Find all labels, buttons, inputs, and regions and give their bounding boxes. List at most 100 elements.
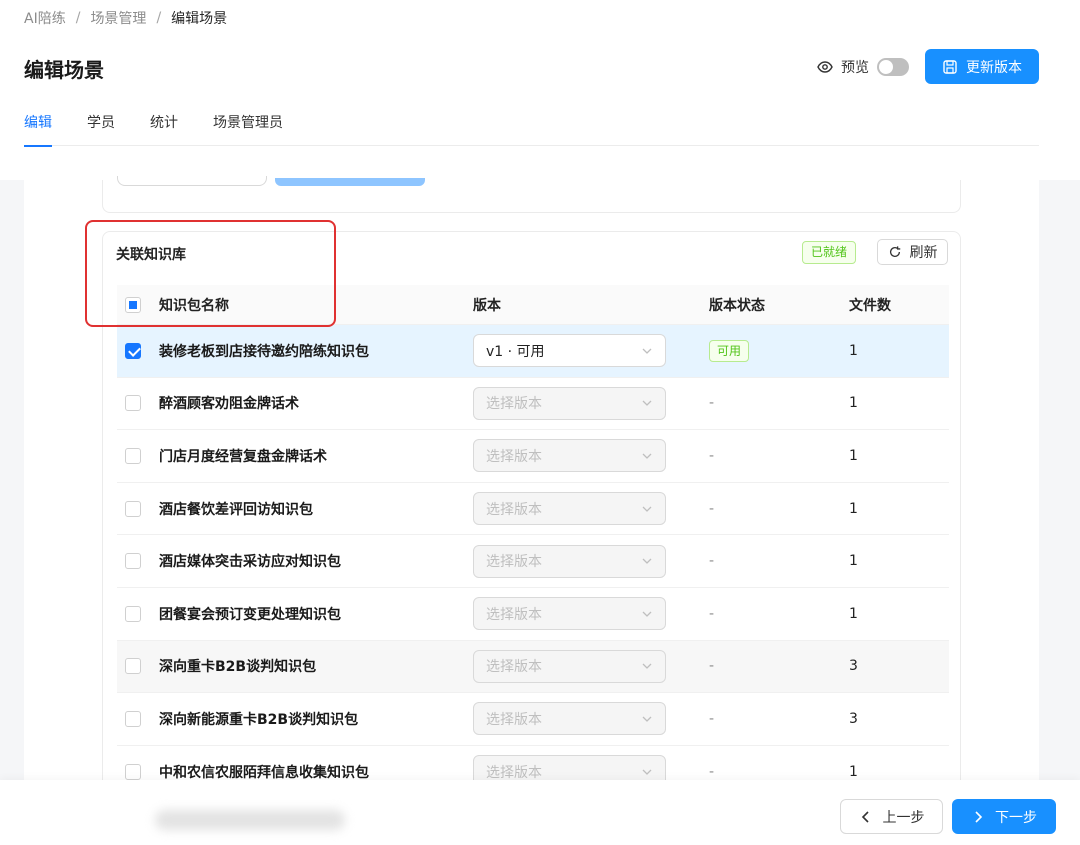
table-row[interactable]: 酒店媒体突击采访应对知识包 选择版本 - 1 (117, 535, 949, 588)
version-status-tag: 可用 (709, 339, 750, 362)
file-count: 3 (849, 710, 858, 727)
chevron-down-icon (642, 716, 652, 722)
knowledge-base-title: 关联知识库 (116, 247, 186, 263)
next-step-button[interactable]: 下一步 (952, 799, 1056, 834)
table-row[interactable]: 深向重卡B2B谈判知识包 选择版本 - 3 (117, 640, 949, 694)
table-row[interactable]: 装修老板到店接待邀约陪练知识包 v1 · 可用 可用 1 (117, 325, 949, 378)
row-checkbox[interactable] (125, 605, 141, 622)
tab-bar: 编辑 学员 统计 场景管理员 (24, 108, 1039, 147)
version-select-placeholder: 选择版本 (486, 396, 542, 413)
tab-scene-admins[interactable]: 场景管理员 (213, 108, 283, 146)
column-header-file-count: 文件数 (849, 297, 891, 314)
breadcrumb-separator: / (156, 10, 162, 26)
chevron-down-icon (642, 558, 652, 565)
chevron-left-icon (861, 810, 869, 823)
version-status: - (709, 710, 715, 727)
chevron-down-icon (642, 506, 652, 512)
row-checkbox[interactable] (125, 763, 141, 780)
version-status: - (709, 553, 715, 570)
version-select[interactable]: 选择版本 (473, 702, 666, 736)
breadcrumb-separator: / (75, 10, 81, 26)
tab-statistics[interactable]: 统计 (150, 108, 178, 146)
preview-toggle[interactable] (877, 57, 909, 76)
row-checkbox[interactable] (125, 500, 141, 517)
version-select[interactable]: 选择版本 (473, 544, 666, 578)
header-actions: 预览 更新版本 (817, 49, 1039, 84)
version-select-placeholder: 选择版本 (486, 711, 542, 728)
version-status: - (709, 447, 715, 464)
version-select[interactable]: 选择版本 (473, 649, 666, 683)
version-select[interactable]: 选择版本 (473, 597, 666, 631)
table-row[interactable]: 团餐宴会预订变更处理知识包 选择版本 - 1 (117, 588, 949, 641)
version-status: - (709, 763, 715, 780)
version-select[interactable]: 选择版本 (473, 386, 666, 420)
update-version-button[interactable]: 更新版本 (925, 49, 1039, 84)
knowledge-base-card: 关联知识库 已就绪 刷新 知识包名称 版本 版本状态 文件数 装修老板到店接待邀… (102, 231, 961, 801)
row-checkbox[interactable] (125, 447, 141, 464)
table-row[interactable]: 门店月度经营复盘金牌话术 选择版本 - 1 (117, 430, 949, 483)
version-status: - (709, 395, 715, 412)
version-select-placeholder: 选择版本 (486, 606, 542, 623)
file-count: 1 (849, 342, 858, 359)
refresh-label: 刷新 (909, 245, 938, 261)
next-step-label: 下一步 (995, 809, 1037, 826)
file-count: 1 (849, 500, 858, 517)
previous-step-label: 上一步 (882, 809, 925, 826)
table-row[interactable]: 酒店餐饮差评回访知识包 选择版本 - 1 (117, 483, 949, 536)
previous-section-card (102, 176, 961, 213)
tab-edit[interactable]: 编辑 (24, 108, 52, 147)
knowledge-table: 知识包名称 版本 版本状态 文件数 装修老板到店接待邀约陪练知识包 v1 · 可… (117, 285, 949, 799)
chevron-down-icon (642, 453, 652, 459)
column-header-version: 版本 (473, 297, 501, 314)
row-checkbox[interactable] (125, 395, 141, 412)
knowledge-pack-name: 酒店媒体突击采访应对知识包 (159, 554, 341, 571)
blurred-text (155, 810, 345, 830)
file-count: 1 (849, 763, 858, 780)
previous-step-button[interactable]: 上一步 (840, 799, 943, 834)
preview-control[interactable]: 预览 (817, 57, 917, 77)
ready-status-badge: 已就绪 (802, 241, 857, 264)
row-checkbox[interactable] (125, 710, 141, 727)
chevron-down-icon (642, 400, 652, 407)
table-row[interactable]: 深向新能源重卡B2B谈判知识包 选择版本 - 3 (117, 693, 949, 746)
update-version-label: 更新版本 (966, 59, 1022, 76)
row-checkbox[interactable] (125, 342, 141, 359)
knowledge-pack-name: 酒店餐饮差评回访知识包 (159, 501, 313, 518)
file-count: 3 (849, 658, 858, 675)
previous-section-input[interactable] (117, 176, 267, 186)
version-select-placeholder: 选择版本 (486, 448, 542, 465)
knowledge-pack-name: 门店月度经营复盘金牌话术 (159, 448, 327, 465)
version-select[interactable]: 选择版本 (473, 439, 666, 473)
version-select-placeholder: 选择版本 (486, 764, 542, 781)
knowledge-pack-name: 醉酒顾客劝阻金牌话术 (159, 396, 299, 413)
chevron-down-icon (642, 769, 652, 775)
chevron-down-icon (642, 348, 652, 354)
breadcrumb-item-ai[interactable]: AI陪练 (24, 8, 66, 28)
select-all-checkbox[interactable] (125, 296, 141, 313)
row-checkbox[interactable] (125, 553, 141, 570)
refresh-button[interactable]: 刷新 (877, 239, 948, 265)
chevron-right-icon (975, 810, 983, 823)
version-status: - (709, 500, 715, 517)
version-select-placeholder: 选择版本 (486, 659, 542, 676)
version-select[interactable]: 选择版本 (473, 492, 666, 526)
knowledge-pack-name: 团餐宴会预订变更处理知识包 (159, 606, 341, 623)
version-status: - (709, 658, 715, 675)
version-select[interactable]: v1 · 可用 (473, 334, 666, 368)
version-select-value: v1 · 可用 (486, 343, 545, 360)
version-status: - (709, 605, 715, 622)
breadcrumb: AI陪练 / 场景管理 / 编辑场景 (24, 8, 227, 28)
row-checkbox[interactable] (125, 658, 141, 675)
file-count: 1 (849, 605, 858, 622)
previous-section-button[interactable] (275, 178, 425, 186)
chevron-down-icon (642, 611, 652, 617)
chevron-down-icon (642, 663, 652, 670)
save-icon (943, 59, 957, 74)
breadcrumb-item-current: 编辑场景 (171, 11, 228, 27)
breadcrumb-item-scene-management[interactable]: 场景管理 (90, 8, 146, 28)
tab-students[interactable]: 学员 (87, 108, 115, 146)
knowledge-pack-name: 深向新能源重卡B2B谈判知识包 (159, 711, 359, 728)
knowledge-pack-name: 中和农信农服陌拜信息收集知识包 (159, 764, 369, 781)
table-row[interactable]: 醉酒顾客劝阻金牌话术 选择版本 - 1 (117, 378, 949, 431)
file-count: 1 (849, 553, 858, 570)
